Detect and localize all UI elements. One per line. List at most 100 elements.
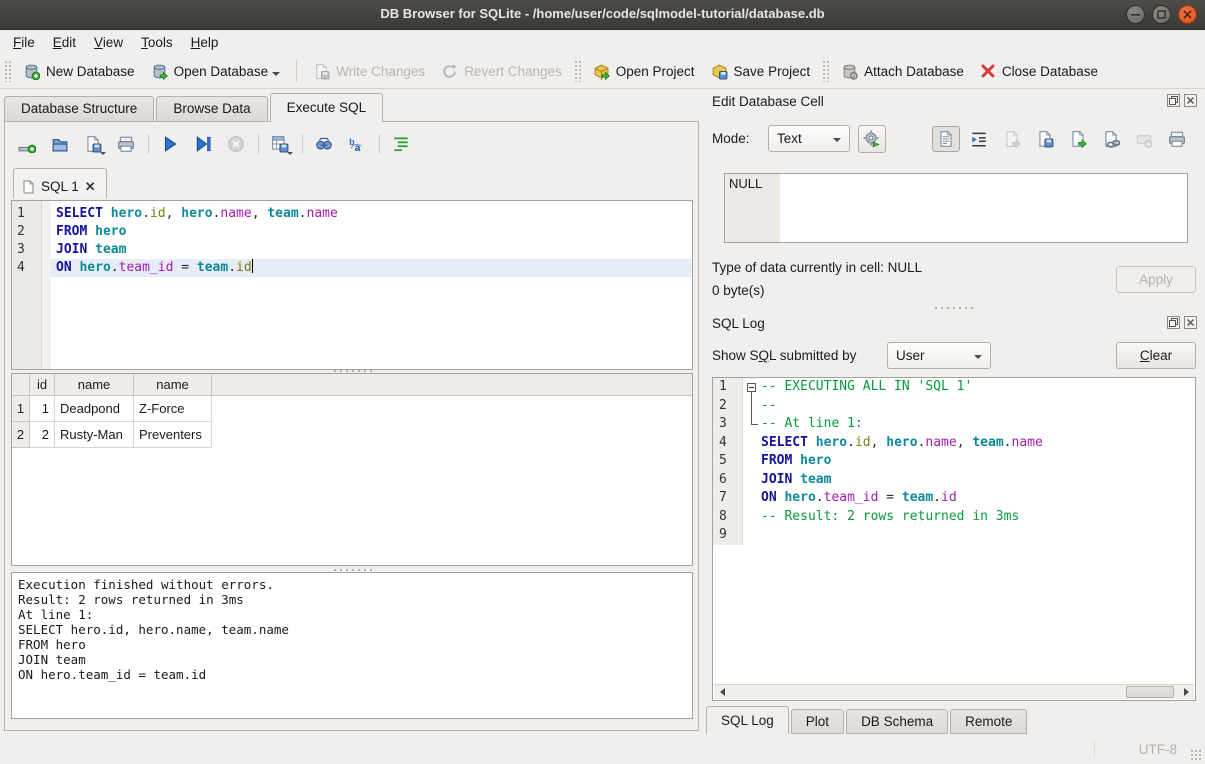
- dropdown-caret-icon[interactable]: [272, 72, 280, 76]
- toolbar-handle[interactable]: [822, 60, 829, 82]
- toolbar-handle[interactable]: [574, 60, 581, 82]
- find-button[interactable]: [310, 131, 338, 157]
- open-in-external-button[interactable]: [1097, 126, 1125, 152]
- execute-all-button[interactable]: [156, 131, 184, 157]
- message-line: Result: 2 rows returned in 3ms: [18, 592, 692, 607]
- scrollbar-track[interactable]: [730, 685, 1178, 699]
- titlebar[interactable]: DB Browser for SQLite - /home/user/code/…: [0, 0, 1205, 30]
- menu-help[interactable]: Help: [182, 33, 228, 52]
- revert-changes-button[interactable]: Revert Changes: [433, 59, 570, 84]
- stop-execution-button[interactable]: [222, 131, 250, 157]
- close-database-button[interactable]: Close Database: [972, 59, 1106, 83]
- line-number: 2: [12, 223, 41, 241]
- dropdown-caret-icon[interactable]: [287, 152, 293, 155]
- scroll-right-button[interactable]: [1178, 685, 1194, 699]
- new-sql-tab-button[interactable]: [13, 131, 41, 157]
- mode-combobox[interactable]: Text: [768, 125, 850, 152]
- results-column-header[interactable]: id: [30, 374, 55, 395]
- cell-value-editor[interactable]: NULL: [724, 173, 1188, 243]
- log-filter-combobox[interactable]: User: [887, 342, 991, 369]
- open-database-button[interactable]: Open Database: [143, 59, 289, 84]
- close-tab-icon[interactable]: ✕: [85, 179, 96, 195]
- results-grid[interactable]: idnamename 11DeadpondZ-Force22Rusty-ManP…: [11, 373, 693, 566]
- word-wrap-button[interactable]: [965, 126, 993, 152]
- apply-button[interactable]: Apply: [1116, 266, 1196, 293]
- close-dock-icon: [1186, 318, 1195, 327]
- fold-margin: [743, 434, 761, 453]
- save-sql-file-button[interactable]: [79, 131, 107, 157]
- sql-document-tab[interactable]: SQL 1 ✕: [13, 168, 107, 198]
- execution-message-area[interactable]: Execution finished without errors.Result…: [11, 572, 693, 719]
- close-log-button[interactable]: [1184, 316, 1197, 329]
- auto-apply-button[interactable]: [858, 125, 886, 153]
- line-number: 1: [713, 378, 743, 397]
- tab-execute-sql[interactable]: Execute SQL: [270, 93, 384, 122]
- dock-tab-plot[interactable]: Plot: [791, 709, 844, 734]
- import-data-button[interactable]: [998, 126, 1026, 152]
- text-mode-doc-button[interactable]: [932, 126, 960, 152]
- fold-marker[interactable]: [743, 378, 761, 397]
- save-as-button[interactable]: [1031, 126, 1059, 152]
- row-header[interactable]: 2: [12, 422, 30, 448]
- write-changes-button[interactable]: Write Changes: [305, 59, 433, 84]
- sql-log-view[interactable]: 1-- EXECUTING ALL IN 'SQL 1'2--3-- At li…: [712, 377, 1196, 701]
- resize-grip[interactable]: [1190, 749, 1202, 761]
- log-line: 9: [713, 526, 1195, 545]
- maximize-button[interactable]: [1152, 5, 1171, 24]
- message-line: SELECT hero.id, hero.name, team.name: [18, 622, 692, 637]
- dock-splitter[interactable]: [706, 305, 1201, 311]
- find-replace-button[interactable]: ba: [343, 131, 371, 157]
- editor-code-area[interactable]: SELECT hero.id, hero.name, team.nameFROM…: [51, 201, 692, 369]
- table-cell[interactable]: 1: [30, 396, 55, 422]
- dock-tab-db-schema[interactable]: DB Schema: [846, 709, 948, 734]
- line-number: 4: [12, 259, 41, 277]
- row-header[interactable]: 1: [12, 396, 30, 422]
- toolbar-handle[interactable]: [4, 60, 11, 82]
- menu-edit[interactable]: Edit: [44, 33, 85, 52]
- tab-browse-data[interactable]: Browse Data: [156, 96, 267, 122]
- dropdown-caret-icon[interactable]: [100, 152, 106, 155]
- save-results-button[interactable]: [266, 131, 294, 157]
- sql-editor[interactable]: 1234 SELECT hero.id, hero.name, team.nam…: [11, 200, 693, 370]
- open-sql-file-button[interactable]: [46, 131, 74, 157]
- open-project-button[interactable]: Open Project: [585, 59, 703, 84]
- attach-database-button[interactable]: Attach Database: [833, 59, 972, 84]
- tab-database-structure[interactable]: Database Structure: [4, 96, 154, 122]
- table-row: 11DeadpondZ-Force: [12, 396, 692, 422]
- fold-margin: [743, 508, 761, 527]
- table-cell[interactable]: Z-Force: [134, 396, 212, 422]
- table-cell[interactable]: Preventers: [134, 422, 212, 448]
- export-data-button[interactable]: [1064, 126, 1092, 152]
- scrollbar-thumb[interactable]: [1126, 686, 1174, 698]
- menu-file[interactable]: File: [4, 33, 44, 52]
- results-column-header[interactable]: name: [134, 374, 212, 395]
- menu-tools[interactable]: Tools: [132, 33, 182, 52]
- minimize-button[interactable]: [1126, 5, 1145, 24]
- log-line: 2--: [713, 397, 1195, 416]
- new-database-button[interactable]: New Database: [15, 59, 143, 84]
- results-column-header[interactable]: name: [55, 374, 134, 395]
- set-null-button[interactable]: [1130, 126, 1158, 152]
- save-project-button[interactable]: Save Project: [703, 59, 819, 84]
- print-sql-button[interactable]: [112, 131, 140, 157]
- encoding-indicator[interactable]: UTF-8: [1139, 742, 1177, 757]
- dock-tab-sql-log[interactable]: SQL Log: [706, 706, 789, 734]
- clear-log-button[interactable]: Clear: [1116, 342, 1196, 369]
- print-cell-button[interactable]: [1163, 126, 1191, 152]
- menu-view[interactable]: View: [85, 33, 132, 52]
- auto-format-button[interactable]: [387, 131, 415, 157]
- table-cell[interactable]: Rusty-Man: [55, 422, 134, 448]
- close-button[interactable]: [1178, 5, 1197, 24]
- log-text: -- Result: 2 rows returned in 3ms: [761, 508, 1019, 527]
- float-log-button[interactable]: [1167, 316, 1180, 329]
- float-dock-button[interactable]: [1167, 94, 1180, 107]
- log-filter-label: Show SQL submitted by: [712, 348, 856, 363]
- scroll-left-button[interactable]: [714, 685, 730, 699]
- log-horizontal-scrollbar[interactable]: [714, 684, 1194, 699]
- results-corner-header[interactable]: [12, 374, 30, 395]
- execute-current-line-button[interactable]: [189, 131, 217, 157]
- table-cell[interactable]: Deadpond: [55, 396, 134, 422]
- dock-tab-remote[interactable]: Remote: [950, 709, 1027, 734]
- table-cell[interactable]: 2: [30, 422, 55, 448]
- close-dock-button[interactable]: [1184, 94, 1197, 107]
